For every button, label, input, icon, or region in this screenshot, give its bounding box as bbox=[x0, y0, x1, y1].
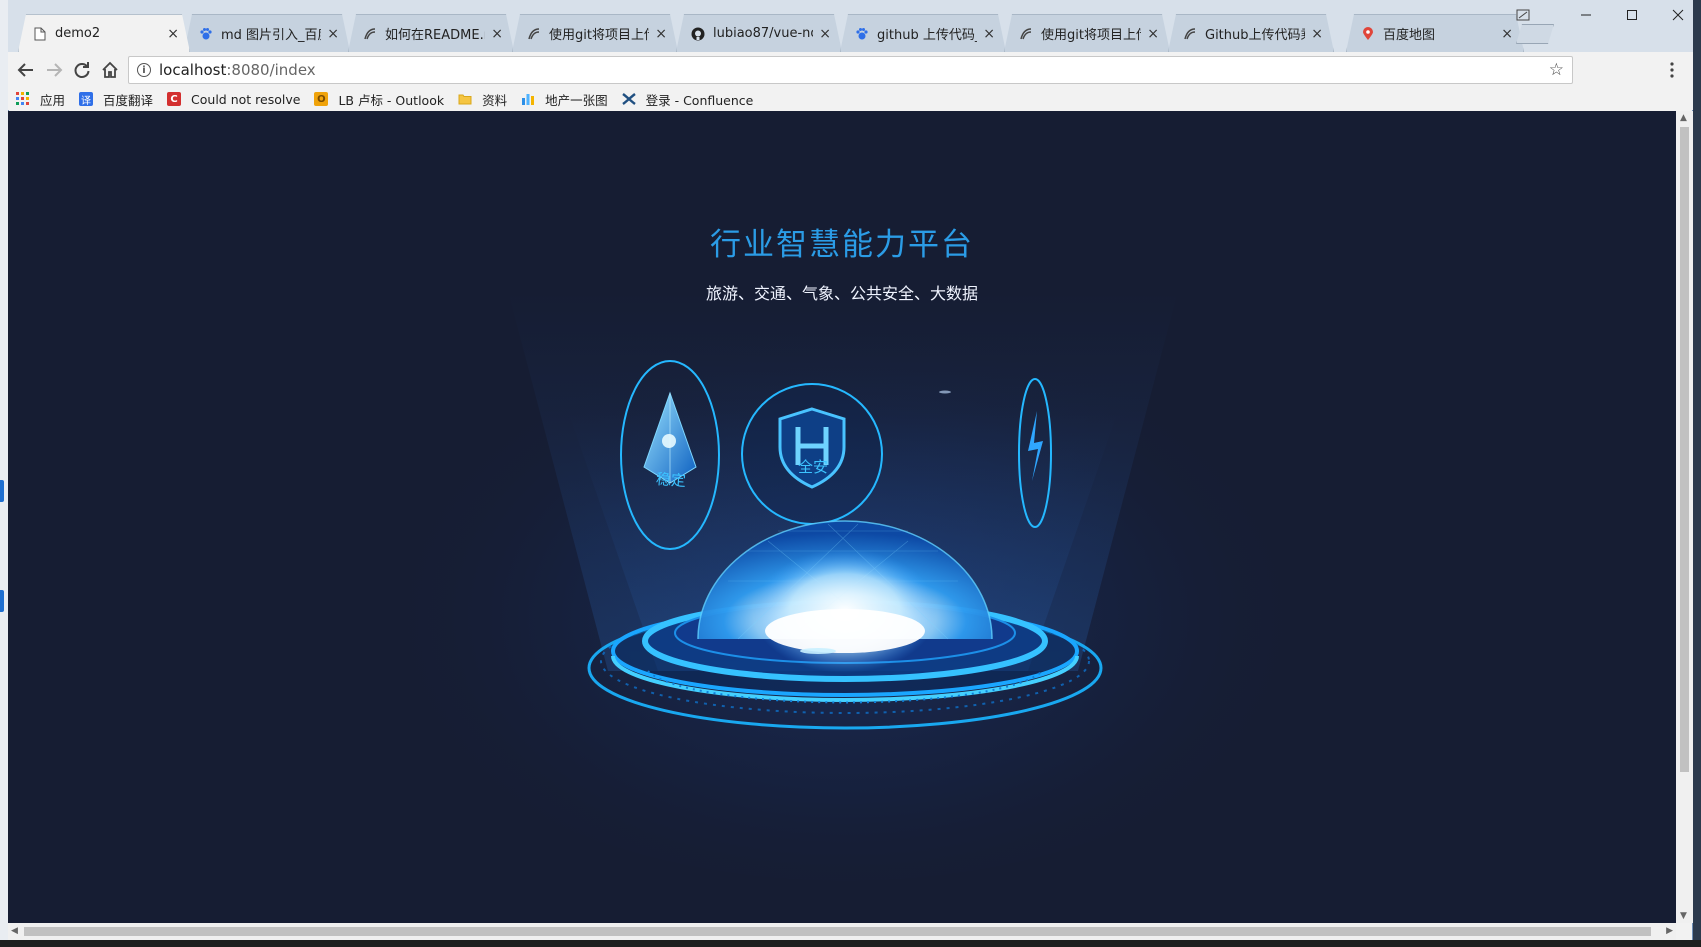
tab-title: 使用git将项目上传 bbox=[1041, 28, 1142, 43]
csdn-icon bbox=[1019, 27, 1033, 41]
bookmark-label: 登录 - Confluence bbox=[645, 92, 754, 108]
scroll-up-icon[interactable]: ▲ bbox=[1680, 113, 1687, 123]
page-icon bbox=[33, 27, 47, 41]
bookmark-outlook[interactable]: O LB 卢标 - Outlook bbox=[314, 90, 444, 109]
address-bar[interactable]: i localhost:8080/index ☆ bbox=[128, 56, 1573, 84]
tab-demo2[interactable]: demo2 × bbox=[18, 14, 190, 52]
baidu-paw-icon bbox=[199, 27, 213, 41]
apps-grid-icon bbox=[16, 92, 30, 106]
close-icon[interactable]: × bbox=[1311, 26, 1323, 42]
maximize-button[interactable] bbox=[1609, 0, 1655, 30]
tab-title: 使用git将项目上传 bbox=[549, 28, 650, 43]
reload-icon bbox=[74, 62, 90, 78]
badge-security-label: 全安 bbox=[797, 458, 828, 476]
baidu-translate-icon: 译 bbox=[79, 92, 94, 107]
tab-github-code[interactable]: Github上传代码乘 × bbox=[1168, 14, 1334, 52]
close-window-button[interactable] bbox=[1655, 0, 1701, 30]
bookmark-real-estate-map[interactable]: 地产一张图 bbox=[521, 90, 608, 109]
editor-behind-strip bbox=[0, 940, 1701, 947]
kebab-menu-icon bbox=[1670, 62, 1674, 78]
tab-baidu-map[interactable]: 百度地图 × bbox=[1346, 14, 1524, 52]
confluence-x-icon bbox=[621, 92, 636, 106]
browser-toolbar: i localhost:8080/index ☆ bbox=[8, 52, 1693, 88]
desktop-background-strip bbox=[0, 0, 8, 947]
home-button[interactable] bbox=[96, 52, 124, 88]
red-c-icon: C bbox=[167, 92, 182, 106]
csdn-icon bbox=[527, 27, 541, 41]
profile-icon[interactable] bbox=[1508, 0, 1538, 30]
scroll-right-icon[interactable]: ▶ bbox=[1666, 926, 1673, 936]
home-icon bbox=[102, 61, 118, 78]
address-path: :8080/index bbox=[226, 61, 316, 79]
close-icon[interactable]: × bbox=[327, 26, 339, 42]
bookmark-label: 应用 bbox=[40, 92, 66, 108]
bookmark-label: 地产一张图 bbox=[545, 92, 608, 108]
tab-title: lubiao87/vue-nod bbox=[713, 26, 811, 41]
bookmark-baidu-translate[interactable]: 译 百度翻译 bbox=[79, 90, 153, 109]
scroll-down-icon[interactable]: ▼ bbox=[1680, 911, 1687, 921]
bookmark-label: Could not resolve bbox=[191, 91, 301, 107]
close-icon[interactable]: × bbox=[1147, 26, 1159, 42]
close-icon[interactable]: × bbox=[819, 26, 831, 42]
tab-title: Github上传代码乘 bbox=[1205, 28, 1306, 43]
outlook-icon: O bbox=[314, 92, 329, 106]
tab-title: 百度地图 bbox=[1383, 28, 1436, 43]
tab-title: github 上传代码_百 bbox=[877, 28, 975, 43]
tab-title: demo2 bbox=[55, 26, 101, 41]
badge-stable-label: 稳定 bbox=[655, 469, 687, 491]
close-icon[interactable]: × bbox=[983, 26, 995, 42]
horizontal-scrollbar[interactable]: ◀ ▶ bbox=[8, 923, 1676, 940]
close-icon[interactable]: × bbox=[167, 26, 179, 42]
csdn-icon bbox=[363, 27, 377, 41]
address-host: localhost bbox=[159, 61, 227, 79]
tab-github-upload-baidu[interactable]: github 上传代码_百 × bbox=[840, 14, 1006, 52]
tab-git-upload-2[interactable]: 使用git将项目上传 × bbox=[1004, 14, 1170, 52]
map-pin-icon bbox=[1361, 27, 1375, 41]
page-subtitle: 旅游、交通、气象、公共安全、大数据 bbox=[705, 284, 978, 303]
github-icon bbox=[691, 27, 705, 41]
tab-title: md 图片引入_百度 bbox=[221, 28, 322, 43]
tab-strip: demo2 × md 图片引入_百度 × 如何在README.md × 使用gi… bbox=[8, 0, 1693, 52]
minimize-button[interactable] bbox=[1563, 0, 1609, 30]
folder-icon bbox=[458, 92, 472, 106]
bookmark-could-not-resolve[interactable]: C Could not resolve bbox=[167, 92, 300, 107]
back-button[interactable] bbox=[12, 52, 40, 88]
tab-title: 如何在README.md bbox=[385, 28, 484, 43]
tab-md-image[interactable]: md 图片引入_百度 × bbox=[184, 14, 350, 52]
bookmark-label: LB 卢标 - Outlook bbox=[338, 92, 445, 108]
page-title: 行业智慧能力平台 bbox=[710, 227, 974, 263]
page-viewport: 行业智慧能力平台 旅游、交通、气象、公共安全、大数据 稳定 全安 bbox=[8, 111, 1676, 923]
menu-button[interactable] bbox=[1658, 52, 1686, 88]
vertical-scroll-thumb[interactable] bbox=[1680, 127, 1689, 772]
tab-github-repo[interactable]: lubiao87/vue-nod × bbox=[676, 14, 842, 52]
horizontal-scroll-thumb[interactable] bbox=[24, 927, 1651, 936]
tab-git-upload[interactable]: 使用git将项目上传 × bbox=[512, 14, 678, 52]
arrow-left-icon bbox=[17, 63, 33, 77]
taskbar-indicator bbox=[0, 590, 4, 612]
bookmark-folder-ziliao[interactable]: 资料 bbox=[458, 90, 507, 109]
bookmark-apps[interactable]: 应用 bbox=[16, 90, 65, 109]
bookmark-confluence[interactable]: 登录 - Confluence bbox=[621, 90, 754, 109]
close-icon[interactable]: × bbox=[491, 26, 503, 42]
scroll-left-icon[interactable]: ◀ bbox=[11, 926, 18, 936]
baidu-paw-icon bbox=[855, 27, 869, 41]
close-icon[interactable]: × bbox=[655, 26, 667, 42]
csdn-icon bbox=[1183, 27, 1197, 41]
bookmark-star-icon[interactable]: ☆ bbox=[1549, 60, 1564, 80]
forward-button[interactable] bbox=[40, 52, 68, 88]
chart-bars-icon bbox=[521, 92, 535, 106]
badge-security bbox=[741, 383, 883, 525]
reload-button[interactable] bbox=[68, 52, 96, 88]
bookmarks-bar: 应用 译 百度翻译 C Could not resolve O LB 卢标 - … bbox=[8, 88, 1693, 110]
bookmark-label: 资料 bbox=[482, 92, 508, 108]
info-icon[interactable]: i bbox=[137, 63, 151, 77]
taskbar-indicator bbox=[0, 480, 4, 502]
tab-readme[interactable]: 如何在README.md × bbox=[348, 14, 514, 52]
arrow-right-icon bbox=[47, 63, 63, 77]
vertical-scrollbar[interactable]: ▲ ▼ bbox=[1676, 111, 1693, 923]
bookmark-label: 百度翻译 bbox=[103, 92, 154, 108]
